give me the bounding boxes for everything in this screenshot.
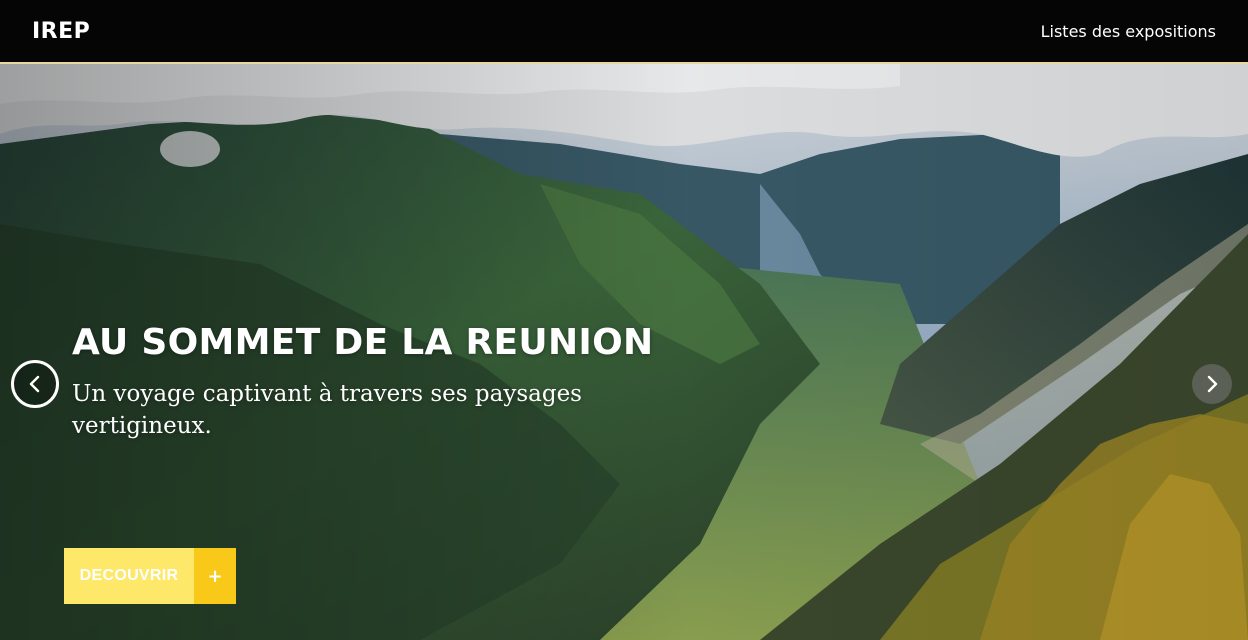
carousel-prev-button[interactable]: [11, 360, 59, 408]
brand-logo[interactable]: IREP: [32, 19, 90, 44]
top-navbar: IREP Listes des expositions: [0, 0, 1248, 64]
chevron-right-icon: [1205, 375, 1219, 393]
hero-carousel: AU SOMMET DE LA REUNION Un voyage captiv…: [0, 64, 1248, 640]
hero-title: AU SOMMET DE LA REUNION: [72, 322, 654, 363]
discover-button[interactable]: DECOUVRIR +: [64, 548, 236, 604]
carousel-next-button[interactable]: [1192, 364, 1232, 404]
discover-button-label: DECOUVRIR: [64, 548, 194, 604]
hero-subtitle: Un voyage captivant à travers ses paysag…: [72, 381, 582, 439]
plus-icon: +: [194, 548, 236, 604]
nav-link-exhibitions[interactable]: Listes des expositions: [1041, 22, 1216, 41]
chevron-left-icon: [28, 375, 42, 393]
